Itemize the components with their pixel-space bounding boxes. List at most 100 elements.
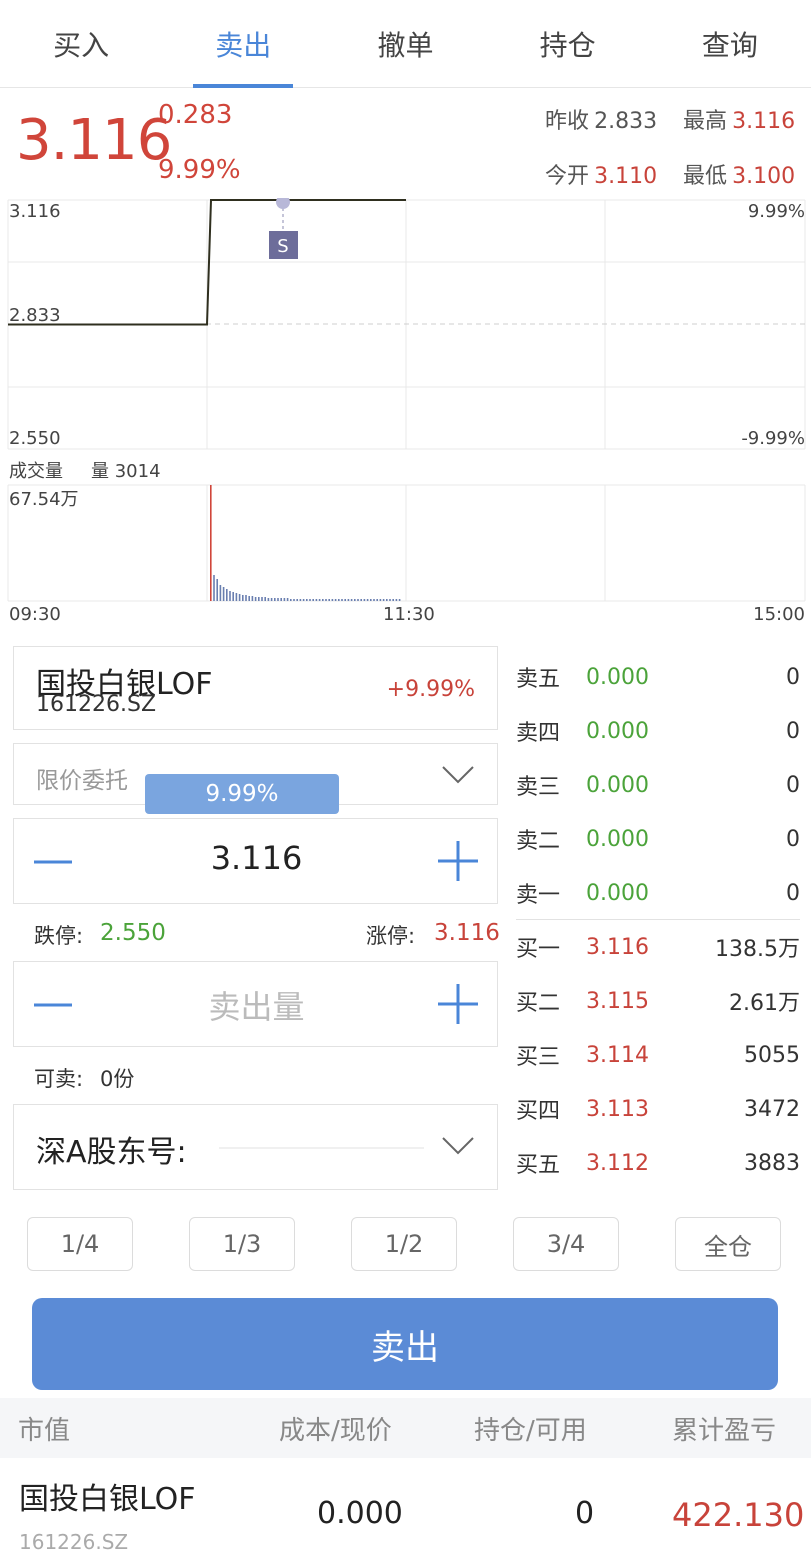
volume-bar: [366, 599, 369, 601]
ask-2[interactable]: 卖二 0.000 0: [516, 812, 800, 866]
volume-bar: [277, 598, 279, 601]
tab-positions[interactable]: 持仓: [487, 0, 649, 88]
sell-button[interactable]: 卖出: [32, 1298, 778, 1390]
volume-bar: [299, 599, 302, 601]
day-low: 最低 3.100: [683, 158, 795, 190]
stock-selector[interactable]: 国投白银LOF 161226.SZ +9.99%: [13, 646, 498, 730]
tab-sell[interactable]: 卖出: [162, 0, 324, 88]
volume-bar: [248, 596, 250, 601]
bid-label: 买四: [516, 1099, 561, 1124]
volume-bar: [254, 597, 257, 601]
tab-buy[interactable]: 买入: [0, 0, 162, 88]
day-open-label: 今开: [545, 164, 590, 189]
chevron-down-icon: [442, 766, 474, 784]
volume-bar: [350, 599, 353, 601]
ask-5[interactable]: 卖五 0.000 0: [516, 650, 800, 704]
account-select[interactable]: 深A股东号:: [13, 1104, 498, 1190]
price-stepper: 3.116: [13, 818, 498, 904]
bid-volume: 5055: [744, 1042, 800, 1068]
ask-price: 0.000: [586, 664, 649, 690]
time-end: 15:00: [753, 604, 805, 625]
trade-tabs: 买入 卖出 撤单 持仓 查询: [0, 0, 811, 88]
tab-cancel[interactable]: 撤单: [324, 0, 486, 88]
volume-bar: [264, 597, 266, 601]
limit-pct-tooltip: 9.99%: [145, 774, 339, 814]
volume-bar: [222, 587, 225, 601]
bid-2[interactable]: 买二 3.115 2.61万: [516, 974, 800, 1028]
quarter-position-button[interactable]: 1/4: [27, 1217, 133, 1271]
quantity-input[interactable]: 卖出量: [134, 982, 379, 1028]
volume-bar: [322, 599, 324, 601]
volume-bar: [360, 599, 362, 601]
volume-bar: [370, 599, 372, 601]
stock-change-pct: +9.99%: [386, 677, 475, 702]
ask-volume: 0: [786, 880, 800, 906]
bid-volume: 3883: [744, 1150, 800, 1176]
bid-volume: 3472: [744, 1096, 800, 1122]
volume-bar: [389, 599, 391, 601]
volume-bar: [344, 599, 346, 601]
bid-1[interactable]: 买一 3.116 138.5万: [516, 920, 800, 974]
day-open: 今开 3.110: [545, 158, 657, 190]
time-mid: 11:30: [383, 604, 435, 625]
volume-bar: [293, 599, 295, 601]
volume-bar: [210, 485, 212, 601]
holding-qty: 0: [575, 1496, 595, 1531]
bid-volume: 138.5万: [715, 937, 800, 962]
volume-bar: [226, 589, 228, 601]
ask-price: 0.000: [586, 718, 649, 744]
volume-bar: [274, 598, 276, 601]
bid-5[interactable]: 买五 3.112 3883: [516, 1136, 800, 1190]
ask-price: 0.000: [586, 880, 649, 906]
volume-bar: [238, 594, 241, 601]
holding-cost: 0.000: [317, 1496, 403, 1531]
volume-chart[interactable]: [0, 484, 811, 604]
volume-bar: [325, 599, 327, 601]
volume-bar: [235, 593, 238, 601]
volume-bar: [280, 598, 282, 601]
ask-4[interactable]: 卖四 0.000 0: [516, 704, 800, 758]
plus-icon[interactable]: [438, 840, 480, 882]
volume-bar: [398, 599, 401, 601]
ask-3[interactable]: 卖三 0.000 0: [516, 758, 800, 812]
plus-icon[interactable]: [438, 983, 480, 1025]
account-value-masked: [219, 1147, 424, 1149]
header-pnl: 累计盈亏: [672, 1416, 777, 1446]
chart-pct-min: -9.99%: [741, 428, 805, 449]
tab-query[interactable]: 查询: [649, 0, 811, 88]
intraday-chart[interactable]: S: [0, 198, 811, 450]
price-input[interactable]: 3.116: [134, 839, 379, 877]
bid-4[interactable]: 买四 3.113 3472: [516, 1082, 800, 1136]
holding-code: 161226.SZ: [19, 1530, 129, 1554]
volume-bar: [302, 599, 305, 601]
volume-bar: [251, 596, 254, 601]
chevron-down-icon: [442, 1137, 474, 1155]
volume-bar: [229, 591, 231, 601]
volume-bar: [328, 599, 330, 601]
volume-bar: [373, 599, 375, 601]
chart-pct-max: 9.99%: [747, 201, 805, 222]
volume-bar: [354, 599, 356, 601]
three-quarter-position-button[interactable]: 3/4: [513, 1217, 619, 1271]
volume-bar: [386, 599, 388, 601]
half-position-button[interactable]: 1/2: [351, 1217, 457, 1271]
third-position-button[interactable]: 1/3: [189, 1217, 295, 1271]
day-low-label: 最低: [683, 164, 728, 189]
volume-bar: [306, 599, 308, 601]
volume-bar: [331, 599, 334, 601]
stock-code: 161226.SZ: [36, 692, 157, 717]
minus-icon[interactable]: [34, 847, 74, 877]
bid-3[interactable]: 买三 3.114 5055: [516, 1028, 800, 1082]
price-change: 0.283: [158, 100, 233, 130]
volume-bar: [341, 599, 343, 601]
minus-icon[interactable]: [34, 990, 74, 1020]
holding-pnl: 422.130: [672, 1496, 805, 1534]
header-market-value: 市值: [18, 1416, 71, 1446]
volume-bar: [376, 599, 378, 601]
ask-1[interactable]: 卖一 0.000 0: [516, 866, 800, 920]
volume-bar: [318, 599, 321, 601]
volume-bar: [357, 599, 359, 601]
bid-label: 买二: [516, 991, 561, 1016]
bid-price: 3.114: [586, 1042, 649, 1068]
full-position-button[interactable]: 全仓: [675, 1217, 781, 1271]
